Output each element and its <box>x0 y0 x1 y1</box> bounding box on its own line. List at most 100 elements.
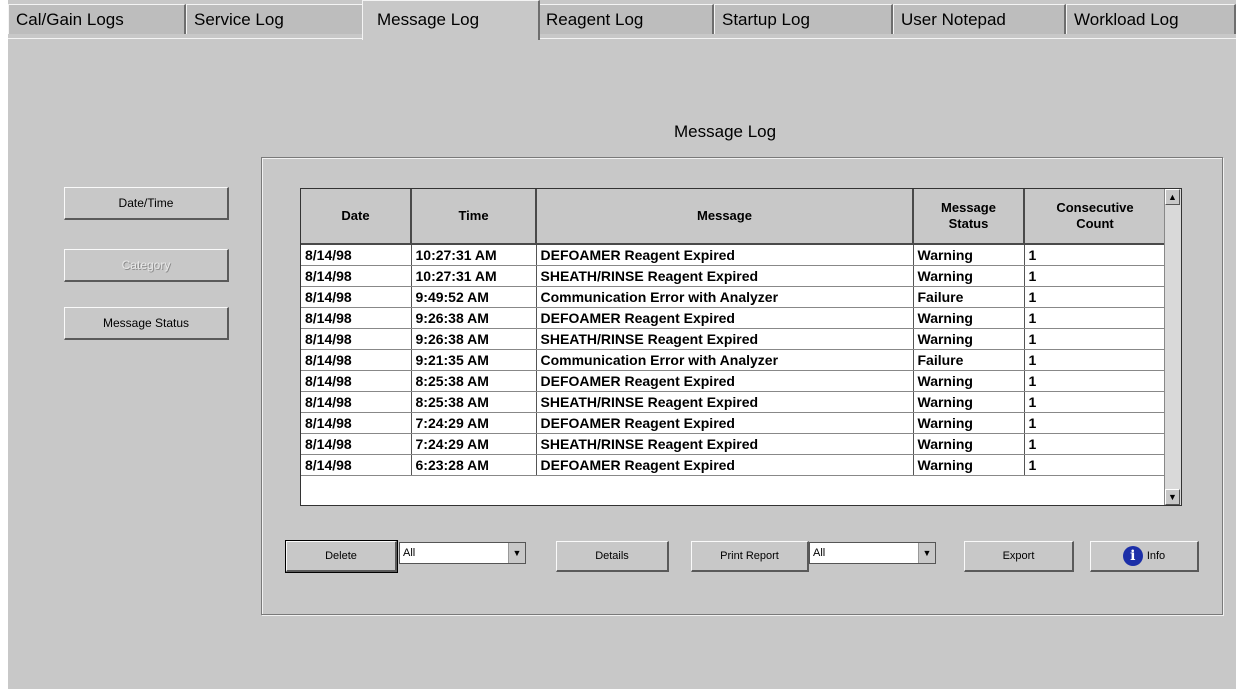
tab-divider <box>8 38 1236 39</box>
cell-message: Communication Error with Analyzer <box>536 349 914 371</box>
table-row[interactable]: 8/14/98 9:49:52 AM Communication Error wit… <box>301 286 1167 308</box>
tab-user-notepad[interactable]: User Notepad <box>893 4 1066 34</box>
delete-button[interactable]: Delete <box>285 540 398 573</box>
sort-message-status-button[interactable]: Message Status <box>64 307 229 340</box>
table-row[interactable]: 8/14/98 7:24:29 AM DEFOAMER Reagent Expire… <box>301 412 1167 434</box>
cell-date: 8/14/98 <box>301 328 412 350</box>
table-row[interactable]: 8/14/98 8:25:38 AM SHEATH/RINSE Reagent Ex… <box>301 391 1167 413</box>
column-header-message-status[interactable]: Message Status <box>913 189 1025 245</box>
cell-date: 8/14/98 <box>301 454 412 476</box>
cell-message: Communication Error with Analyzer <box>536 286 914 308</box>
sort-category-button[interactable]: Category <box>64 249 229 282</box>
vertical-scrollbar[interactable]: ▲ ▼ <box>1164 189 1181 505</box>
cell-time: 9:21:35 AM <box>411 349 537 371</box>
log-window: Cal/Gain Logs Service Log Reagent Log St… <box>8 0 1236 689</box>
cell-status: Warning <box>913 265 1025 287</box>
cell-time: 8:25:38 AM <box>411 370 537 392</box>
cell-status: Warning <box>913 391 1025 413</box>
table-row[interactable]: 8/14/98 8:25:38 AM DEFOAMER Reagent Expire… <box>301 370 1167 392</box>
sort-datetime-button[interactable]: Date/Time <box>64 187 229 220</box>
cell-count: 1 <box>1024 454 1167 476</box>
cell-date: 8/14/98 <box>301 370 412 392</box>
cell-message: DEFOAMER Reagent Expired <box>536 307 914 329</box>
delete-filter-select[interactable]: All ▼ <box>399 542 526 564</box>
cell-status: Warning <box>913 433 1025 455</box>
column-header-consecutive-count[interactable]: Consecutive Count <box>1024 189 1167 245</box>
table-row[interactable]: 8/14/98 10:27:31 AM DEFOAMER Reagent Expir… <box>301 244 1167 266</box>
tab-label: Workload Log <box>1074 10 1179 29</box>
cell-count: 1 <box>1024 286 1167 308</box>
cell-time: 8:25:38 AM <box>411 391 537 413</box>
cell-time: 9:26:38 AM <box>411 307 537 329</box>
cell-time: 7:24:29 AM <box>411 433 537 455</box>
tab-label: Reagent Log <box>546 10 644 29</box>
cell-status: Warning <box>913 412 1025 434</box>
cell-time: 7:24:29 AM <box>411 412 537 434</box>
cell-date: 8/14/98 <box>301 433 412 455</box>
export-button[interactable]: Export <box>964 541 1074 572</box>
cell-date: 8/14/98 <box>301 286 412 308</box>
tab-label: Message Log <box>377 10 480 29</box>
cell-message: DEFOAMER Reagent Expired <box>536 244 914 266</box>
tab-startup-log[interactable]: Startup Log <box>714 4 893 34</box>
table-row[interactable]: 8/14/98 9:26:38 AM SHEATH/RINSE Reagent Ex… <box>301 328 1167 350</box>
cell-count: 1 <box>1024 307 1167 329</box>
table-row[interactable]: 8/14/98 10:27:31 AM SHEATH/RINSE Reagent E… <box>301 265 1167 287</box>
message-table: Date Time Message Message Status Consecu… <box>301 189 1167 476</box>
cell-count: 1 <box>1024 265 1167 287</box>
cell-date: 8/14/98 <box>301 265 412 287</box>
print-report-button[interactable]: Print Report <box>691 541 809 572</box>
cell-date: 8/14/98 <box>301 412 412 434</box>
cell-count: 1 <box>1024 433 1167 455</box>
table-row[interactable]: 8/14/98 7:24:29 AM SHEATH/RINSE Reagent Ex… <box>301 433 1167 455</box>
tab-cal-gain-logs[interactable]: Cal/Gain Logs <box>8 4 186 34</box>
cell-message: DEFOAMER Reagent Expired <box>536 454 914 476</box>
info-label: Info <box>1146 550 1166 562</box>
tab-workload-log[interactable]: Workload Log <box>1066 4 1236 34</box>
table-row[interactable]: 8/14/98 9:21:35 AM Communication Error wit… <box>301 349 1167 371</box>
cell-date: 8/14/98 <box>301 307 412 329</box>
column-header-time[interactable]: Time <box>411 189 537 245</box>
cell-message: SHEATH/RINSE Reagent Expired <box>536 265 914 287</box>
table-row[interactable]: 8/14/98 6:23:28 AM DEFOAMER Reagent Expire… <box>301 454 1167 476</box>
cell-date: 8/14/98 <box>301 391 412 413</box>
column-header-date[interactable]: Date <box>301 189 412 245</box>
cell-status: Warning <box>913 328 1025 350</box>
cell-count: 1 <box>1024 391 1167 413</box>
chevron-down-icon[interactable]: ▼ <box>508 543 525 563</box>
details-button[interactable]: Details <box>556 541 669 572</box>
cell-time: 6:23:28 AM <box>411 454 537 476</box>
column-header-message[interactable]: Message <box>536 189 914 245</box>
chevron-down-icon[interactable]: ▼ <box>918 543 935 563</box>
cell-time: 10:27:31 AM <box>411 244 537 266</box>
cell-message: DEFOAMER Reagent Expired <box>536 370 914 392</box>
print-filter-select[interactable]: All ▼ <box>809 542 936 564</box>
cell-message: SHEATH/RINSE Reagent Expired <box>536 328 914 350</box>
cell-status: Warning <box>913 244 1025 266</box>
cell-time: 9:49:52 AM <box>411 286 537 308</box>
cell-status: Warning <box>913 370 1025 392</box>
delete-filter-value: All <box>403 547 416 559</box>
table-row[interactable]: 8/14/98 9:26:38 AM DEFOAMER Reagent Expire… <box>301 307 1167 329</box>
table-header-row: Date Time Message Message Status Consecu… <box>301 189 1167 245</box>
cell-count: 1 <box>1024 412 1167 434</box>
tab-message-log[interactable]: Message Log <box>362 0 540 40</box>
tab-label: User Notepad <box>901 10 1006 29</box>
tab-label: Cal/Gain Logs <box>16 10 124 29</box>
cell-status: Failure <box>913 349 1025 371</box>
cell-message: DEFOAMER Reagent Expired <box>536 412 914 434</box>
cell-status: Warning <box>913 454 1025 476</box>
cell-count: 1 <box>1024 370 1167 392</box>
tab-strip: Cal/Gain Logs Service Log Reagent Log St… <box>8 0 1236 40</box>
scroll-up-icon[interactable]: ▲ <box>1165 189 1180 205</box>
message-log-grid[interactable]: Date Time Message Message Status Consecu… <box>300 188 1182 506</box>
scroll-down-icon[interactable]: ▼ <box>1165 489 1180 505</box>
tab-service-log[interactable]: Service Log <box>186 4 364 34</box>
page-title: Message Log <box>674 122 777 141</box>
tab-label: Startup Log <box>722 10 810 29</box>
tab-reagent-log[interactable]: Reagent Log <box>538 4 714 34</box>
cell-count: 1 <box>1024 328 1167 350</box>
cell-count: 1 <box>1024 244 1167 266</box>
info-button[interactable]: i Info <box>1090 541 1199 572</box>
cell-time: 9:26:38 AM <box>411 328 537 350</box>
